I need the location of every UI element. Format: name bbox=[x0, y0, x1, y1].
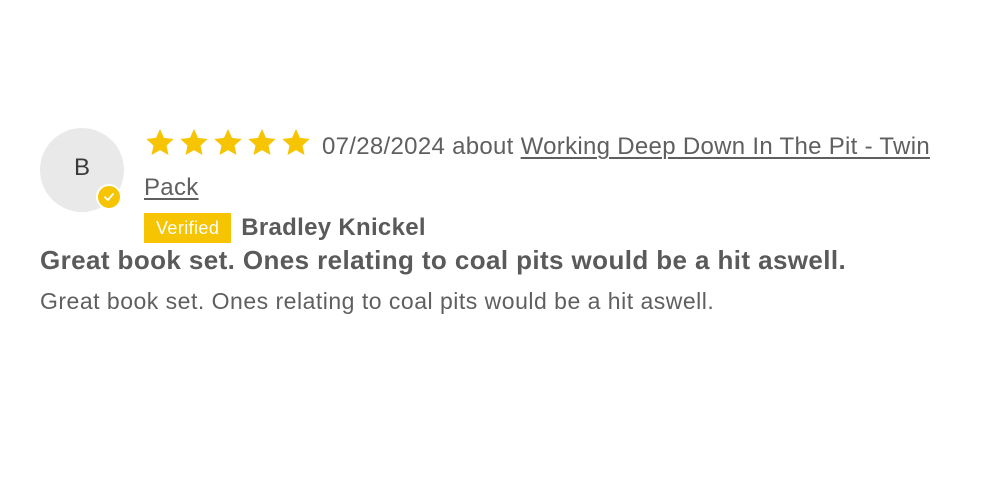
review-meta: 07/28/2024 about Working Deep Down In Th… bbox=[144, 128, 970, 244]
star-rating bbox=[144, 128, 314, 169]
review-date: 07/28/2024 bbox=[322, 133, 446, 160]
verified-badge: Verified bbox=[144, 213, 232, 243]
star-icon bbox=[282, 129, 310, 155]
star-icon bbox=[146, 129, 174, 155]
reviewer-name: Bradley Knickel bbox=[241, 214, 426, 241]
review-card: B 07/28/2024 about Working Deep Down In … bbox=[40, 128, 970, 318]
star-icon bbox=[180, 129, 208, 155]
about-label: about bbox=[452, 133, 514, 160]
reviewer-line: Verified Bradley Knickel bbox=[144, 212, 970, 244]
avatar: B bbox=[40, 128, 124, 212]
avatar-initial: B bbox=[73, 154, 90, 181]
review-header: B 07/28/2024 about Working Deep Down In … bbox=[40, 128, 970, 243]
review-title: Great book set. Ones relating to coal pi… bbox=[40, 245, 847, 275]
star-icon bbox=[214, 129, 242, 155]
review-meta-line: 07/28/2024 about Working Deep Down In Th… bbox=[144, 128, 970, 206]
verified-check-icon bbox=[96, 184, 122, 210]
star-icon bbox=[248, 129, 276, 155]
review-body: Great book set. Ones relating to coal pi… bbox=[40, 288, 715, 314]
